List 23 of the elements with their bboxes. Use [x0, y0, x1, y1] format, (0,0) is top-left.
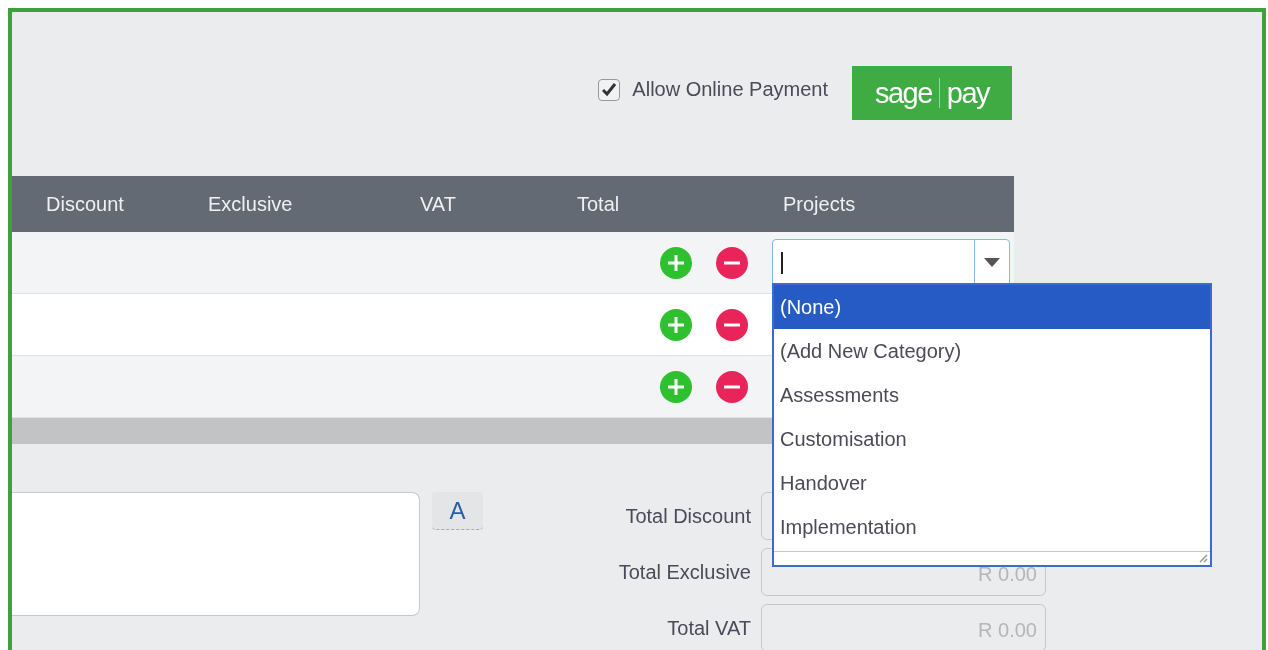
remove-icon[interactable]	[716, 308, 748, 341]
remove-icon[interactable]	[716, 246, 748, 279]
format-button[interactable]: A	[432, 492, 483, 530]
dropdown-option[interactable]: (None)	[774, 285, 1210, 329]
caret-icon[interactable]	[984, 258, 1000, 267]
column-header: Exclusive	[207, 192, 294, 216]
column-header: Total	[576, 192, 621, 216]
total-label: Total VAT	[666, 616, 751, 640]
text-cursor-icon	[781, 251, 783, 274]
remove-icon[interactable]	[716, 370, 748, 403]
column-header: VAT	[419, 192, 457, 216]
resize-grip-icon[interactable]	[1198, 553, 1208, 563]
column-header: Projects	[782, 192, 857, 216]
notes-field[interactable]	[12, 492, 420, 616]
total-label: Total Exclusive	[617, 560, 751, 584]
total-label: Total Discount	[624, 504, 751, 528]
add-icon[interactable]	[660, 246, 692, 279]
add-icon[interactable]	[660, 370, 692, 403]
checkbox[interactable]	[598, 78, 621, 101]
checkbox-label: Allow Online Payment	[632, 78, 828, 101]
add-icon[interactable]	[660, 308, 692, 341]
column-header: Discount	[45, 192, 125, 216]
logo: sage pay	[852, 66, 1012, 120]
